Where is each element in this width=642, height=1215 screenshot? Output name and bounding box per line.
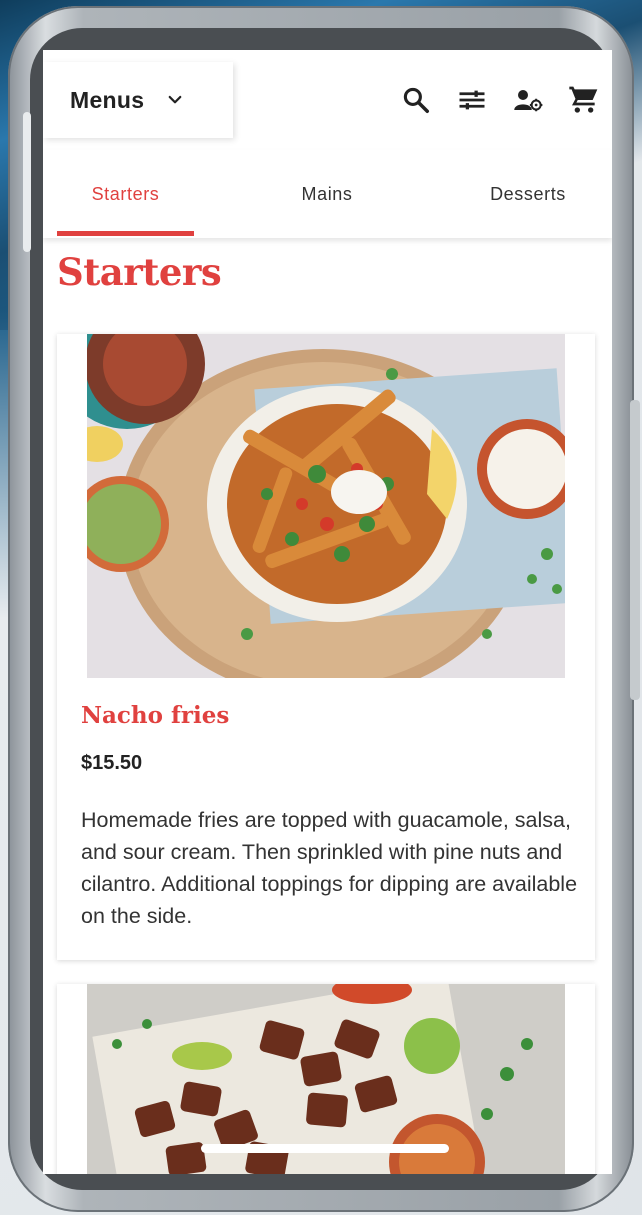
account-settings-button[interactable] <box>500 80 556 120</box>
filter-icon <box>459 90 485 110</box>
top-app-bar: Menus <box>43 50 612 150</box>
section-heading: Starters <box>57 250 222 294</box>
menu-item-card[interactable]: Nacho fries $15.50 Homemade fries are to… <box>57 334 595 960</box>
food-photo-illustration <box>87 334 565 678</box>
menu-item-photo <box>87 334 565 678</box>
search-button[interactable] <box>388 80 444 120</box>
user-settings-icon <box>514 90 543 112</box>
cart-button[interactable] <box>556 80 612 120</box>
menu-item-description: Homemade fries are topped with guacamole… <box>81 808 578 928</box>
toolbar-actions <box>388 80 612 120</box>
category-tabs: Starters Mains Desserts <box>43 150 612 238</box>
phone-side-button <box>630 400 640 700</box>
filter-button[interactable] <box>444 80 500 120</box>
menus-dropdown-label: Menus <box>70 86 145 113</box>
search-icon <box>403 87 429 113</box>
home-indicator[interactable] <box>201 1144 449 1153</box>
phone-side-button <box>23 112 31 252</box>
app-screen: Menus Starters Mains Desserts Starters N… <box>43 50 612 1174</box>
menu-item-price: $15.50 <box>81 752 143 774</box>
tab-desserts[interactable]: Desserts <box>463 150 593 238</box>
tab-starters[interactable]: Starters <box>57 150 194 238</box>
menu-item-name: Nacho fries <box>81 702 230 729</box>
menus-dropdown[interactable]: Menus <box>43 62 233 138</box>
active-tab-indicator <box>57 231 194 236</box>
tab-mains[interactable]: Mains <box>257 150 397 238</box>
chevron-down-icon <box>168 95 182 104</box>
cart-icon <box>569 86 598 113</box>
